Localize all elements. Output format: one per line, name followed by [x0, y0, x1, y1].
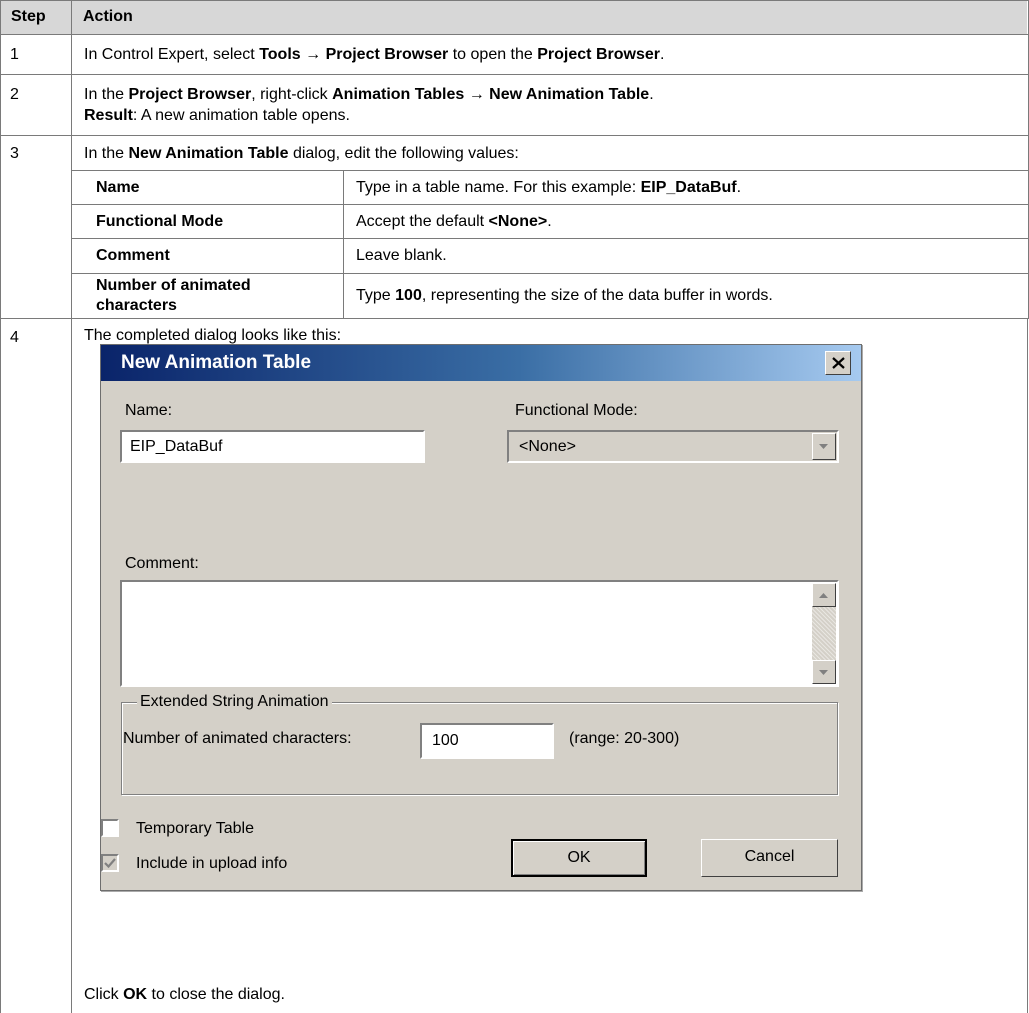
- step-4-text: The completed dialog looks like this:: [84, 327, 342, 344]
- dropdown-arrow-icon: [819, 444, 828, 449]
- include-upload-label: Include in upload info: [136, 855, 288, 872]
- scroll-down-icon: [819, 670, 828, 675]
- ok-button[interactable]: OK: [511, 839, 647, 877]
- name-input[interactable]: EIP_DataBuf: [120, 430, 425, 463]
- name-value: EIP_DataBuf: [130, 438, 223, 455]
- scroll-up-icon: [819, 593, 828, 598]
- subtable-desc: Type 100, representing the size of the d…: [356, 287, 773, 304]
- scroll-up-button[interactable]: [812, 583, 836, 607]
- step-2-result: Result: A new animation table opens.: [84, 107, 350, 124]
- subtable-field: Name: [96, 179, 140, 196]
- subtable-field: Number of animated: [96, 277, 251, 294]
- chars-value: 100: [432, 732, 459, 749]
- step-number: 2: [10, 86, 19, 103]
- step-number: 3: [10, 145, 19, 162]
- step-1-text: In Control Expert, select Tools → Projec…: [84, 46, 665, 63]
- subtable-field: Comment: [96, 247, 170, 264]
- close-button[interactable]: [825, 351, 851, 375]
- name-label: Name:: [125, 402, 173, 419]
- subtable-field: characters: [96, 297, 177, 314]
- step-number: 4: [10, 329, 19, 346]
- subtable-desc: Leave blank.: [356, 247, 447, 264]
- chars-input[interactable]: 100: [420, 723, 554, 759]
- step-3-text: In the New Animation Table dialog, edit …: [84, 145, 519, 162]
- step-4-outro: Click OK to close the dialog.: [84, 986, 285, 1003]
- comment-textarea[interactable]: [120, 580, 839, 687]
- subtable-desc: Type in a table name. For this example: …: [356, 179, 742, 196]
- range-text: (range: 20-300): [569, 730, 680, 747]
- close-icon: [832, 357, 845, 369]
- functional-mode-select[interactable]: <None>: [507, 430, 839, 463]
- dialog-titlebar[interactable]: New Animation Table: [101, 345, 861, 381]
- header-action: Action: [83, 8, 133, 25]
- step-2-text: In the Project Browser, right-click Anim…: [84, 86, 654, 103]
- functional-mode-label: Functional Mode:: [515, 402, 638, 419]
- scrollbar-track[interactable]: [812, 607, 836, 660]
- checkmark-icon: [104, 858, 116, 869]
- dialog-title: New Animation Table: [121, 352, 312, 373]
- cancel-button[interactable]: Cancel: [701, 839, 838, 877]
- comment-label: Comment:: [125, 555, 199, 572]
- group-label: Extended String Animation: [137, 692, 332, 712]
- dropdown-button[interactable]: [812, 433, 836, 460]
- subtable-field: Functional Mode: [96, 213, 224, 230]
- subtable-desc: Accept the default <None>.: [356, 213, 552, 230]
- new-animation-table-dialog: New Animation Table Name: EIP_DataBuf Fu…: [100, 344, 862, 891]
- chars-label: Number of animated characters:: [123, 730, 352, 747]
- functional-mode-value: <None>: [519, 438, 576, 455]
- temporary-table-checkbox[interactable]: [101, 819, 119, 837]
- scroll-down-button[interactable]: [812, 660, 836, 684]
- header-step: Step: [11, 8, 46, 25]
- step-number: 1: [10, 46, 19, 63]
- temporary-table-label: Temporary Table: [136, 820, 254, 837]
- table-header-row: [1, 1, 1027, 34]
- include-upload-checkbox[interactable]: [101, 854, 119, 872]
